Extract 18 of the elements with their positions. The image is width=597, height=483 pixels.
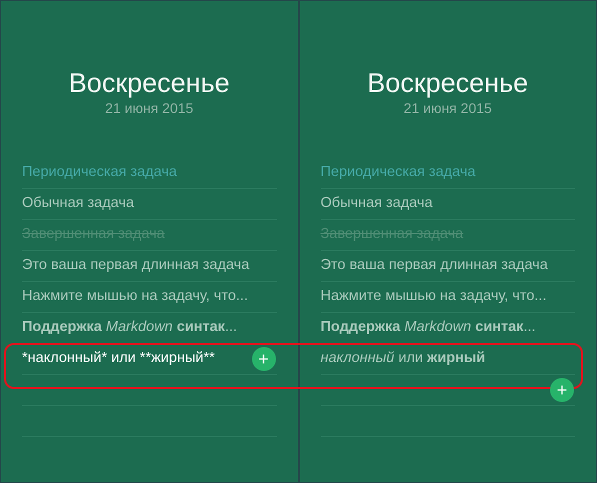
task-item[interactable]: Нажмите мышью на задачу, что... xyxy=(22,286,248,308)
task-item[interactable]: Обычная задача xyxy=(320,193,433,215)
task-item[interactable]: Обычная задача xyxy=(22,193,134,215)
date-label: 21 июня 2015 xyxy=(404,99,492,117)
date-label: 21 июня 2015 xyxy=(105,99,194,117)
task-edit-field[interactable]: *наклонный* или **жирный** xyxy=(22,348,215,370)
add-task-button[interactable]: + xyxy=(252,347,276,371)
task-item[interactable]: Это ваша первая длинная задача xyxy=(320,255,548,277)
task-item[interactable]: наклонный или жирный xyxy=(320,348,486,370)
task-item[interactable]: Поддержка Markdown синтак... xyxy=(22,317,238,339)
task-item[interactable]: Периодическая задача xyxy=(22,162,177,184)
task-item[interactable]: Нажмите мышью на задачу, что... xyxy=(320,286,546,308)
task-item[interactable]: Это ваша первая длинная задача xyxy=(22,255,250,277)
task-item[interactable]: Поддержка Markdown синтак... xyxy=(320,317,536,339)
task-item[interactable]: Периодическая задача xyxy=(320,162,476,184)
add-task-button[interactable]: + xyxy=(550,378,574,402)
day-title: Воскресенье xyxy=(367,67,528,99)
day-title: Воскресенье xyxy=(68,67,230,99)
